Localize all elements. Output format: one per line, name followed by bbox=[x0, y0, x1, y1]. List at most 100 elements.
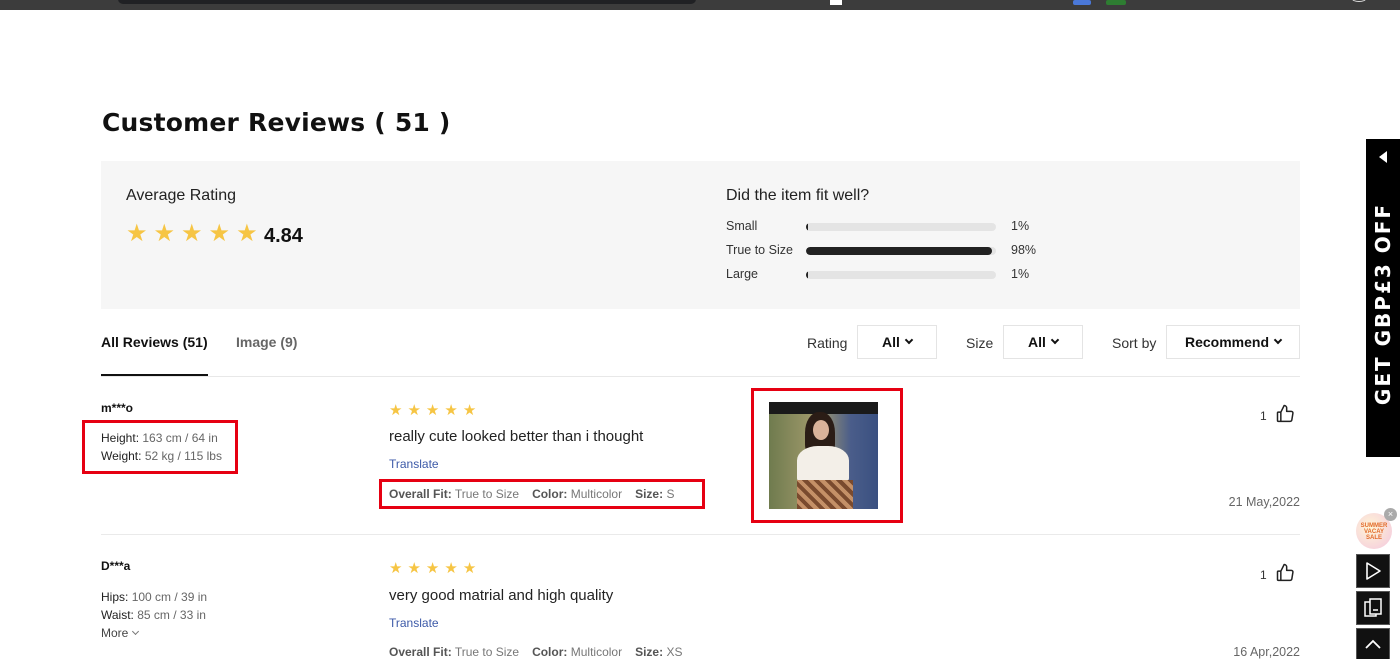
reviewer-name: D***a bbox=[101, 559, 131, 573]
extension-icon[interactable] bbox=[1073, 0, 1091, 5]
color-attr-value: Multicolor bbox=[570, 645, 623, 659]
tab-all-reviews[interactable]: All Reviews (51) bbox=[101, 334, 208, 350]
star-icon: ★ bbox=[407, 402, 421, 419]
coupon-banner-text: GET GBP£3 OFF bbox=[1371, 202, 1395, 406]
more-measurements-toggle[interactable]: More bbox=[101, 626, 140, 640]
back-to-top-button[interactable] bbox=[1356, 628, 1390, 659]
browser-toolbar bbox=[0, 0, 1400, 10]
tab-image-reviews[interactable]: Image (9) bbox=[236, 334, 297, 350]
fit-row-true-to-size: True to Size 98% bbox=[726, 243, 1086, 259]
profile-icon[interactable] bbox=[1352, 0, 1366, 2]
star-icon: ★ bbox=[208, 220, 231, 247]
play-icon bbox=[1366, 562, 1381, 580]
star-icon: ★ bbox=[236, 220, 258, 247]
star-icon: ★ bbox=[407, 560, 421, 577]
rating-filter-value: All bbox=[882, 334, 900, 350]
extension-icon[interactable] bbox=[1106, 0, 1126, 5]
chevron-down-icon bbox=[132, 627, 140, 635]
like-button[interactable]: 1 bbox=[1260, 403, 1295, 423]
fit-bar-fill bbox=[806, 271, 808, 279]
fit-attr-label: Overall Fit: bbox=[389, 645, 452, 659]
collapse-arrow-icon[interactable] bbox=[1379, 151, 1387, 163]
rating-filter-label: Rating bbox=[807, 335, 848, 351]
like-count: 1 bbox=[1260, 568, 1267, 582]
translate-link[interactable]: Translate bbox=[389, 616, 439, 630]
fit-label: Large bbox=[726, 267, 758, 281]
chevron-down-icon bbox=[1273, 335, 1283, 345]
fit-bar bbox=[806, 271, 996, 279]
size-attr-label: Size: bbox=[635, 645, 664, 659]
measurement-label: Waist: bbox=[101, 608, 134, 622]
thumbs-up-icon bbox=[1276, 404, 1294, 423]
star-icon: ★ bbox=[126, 220, 148, 247]
size-filter-dropdown[interactable]: All bbox=[1003, 325, 1083, 359]
review-text: really cute looked better than i thought bbox=[389, 428, 644, 445]
fit-bar bbox=[806, 247, 996, 255]
chevron-down-icon bbox=[1050, 335, 1060, 345]
review-tabs-bar: All Reviews (51) Image (9) Rating All Si… bbox=[101, 325, 1300, 377]
chevron-up-icon bbox=[1365, 639, 1381, 649]
fit-question: Did the item fit well? bbox=[726, 187, 870, 204]
chevron-down-icon bbox=[904, 335, 914, 345]
copy-icon bbox=[1364, 598, 1382, 617]
fit-row-small: Small 1% bbox=[726, 219, 1086, 235]
star-icon: ★ bbox=[389, 560, 403, 577]
rating-filter-dropdown[interactable]: All bbox=[857, 325, 937, 359]
review-text: very good matrial and high quality bbox=[389, 587, 614, 604]
review-date: 16 Apr,2022 bbox=[1233, 645, 1300, 659]
star-icon: ★ bbox=[462, 402, 477, 419]
thumbs-up-icon bbox=[1276, 563, 1294, 582]
measurement-hips: Hips: 100 cm / 39 in bbox=[101, 588, 207, 606]
highlight-box-attributes bbox=[379, 479, 705, 509]
reviewer-name: m***o bbox=[101, 401, 134, 415]
fit-bar bbox=[806, 223, 996, 231]
fit-percent: 1% bbox=[1011, 219, 1030, 233]
fit-bar-fill bbox=[806, 247, 993, 255]
highlight-box-measurements bbox=[82, 420, 238, 474]
extension-icon[interactable] bbox=[830, 0, 842, 5]
measurement-value: 100 cm / 39 in bbox=[131, 590, 208, 604]
fit-percent: 1% bbox=[1011, 267, 1030, 281]
star-icon: ★ bbox=[444, 560, 458, 577]
coupon-side-banner[interactable]: GET GBP£3 OFF bbox=[1366, 139, 1400, 457]
page-title: Customer Reviews ( 51 ) bbox=[102, 108, 451, 137]
measurement-label: Hips: bbox=[101, 590, 129, 604]
average-rating-value: 4.84 bbox=[264, 225, 303, 247]
average-rating-label: Average Rating bbox=[126, 187, 236, 204]
fit-percent: 98% bbox=[1011, 243, 1037, 257]
review-stars: ★ ★ ★ ★ ★ bbox=[389, 561, 476, 576]
address-bar[interactable] bbox=[118, 0, 696, 4]
size-filter-label: Size bbox=[966, 335, 994, 351]
fit-label: True to Size bbox=[726, 243, 793, 257]
size-attr-value: XS bbox=[666, 645, 683, 659]
star-icon: ★ bbox=[153, 220, 176, 247]
measurement-value: 85 cm / 33 in bbox=[137, 608, 206, 622]
color-attr-label: Color: bbox=[532, 645, 568, 659]
star-icon: ★ bbox=[181, 220, 203, 247]
video-button[interactable] bbox=[1356, 554, 1390, 588]
active-tab-indicator bbox=[101, 374, 208, 376]
sort-label: Sort by bbox=[1112, 335, 1157, 351]
close-icon[interactable]: × bbox=[1384, 508, 1397, 521]
star-icon: ★ bbox=[444, 402, 458, 419]
promo-badge-text: SUMMER VACAY SALE bbox=[1360, 523, 1388, 541]
review-item: m***o Height: 163 cm / 64 in Weight: 52 … bbox=[101, 395, 1300, 535]
like-count: 1 bbox=[1260, 409, 1267, 423]
fit-attr-value: True to Size bbox=[454, 645, 520, 659]
compare-button[interactable] bbox=[1356, 591, 1390, 625]
review-divider bbox=[101, 534, 1300, 535]
size-filter-value: All bbox=[1028, 334, 1046, 350]
reviewer-measurements: Hips: 100 cm / 39 in Waist: 85 cm / 33 i… bbox=[101, 588, 207, 624]
sort-dropdown[interactable]: Recommend bbox=[1166, 325, 1300, 359]
sort-value: Recommend bbox=[1184, 334, 1270, 350]
rating-summary: Average Rating ★ ★ ★ ★ ★ 4.84 Did the it… bbox=[101, 161, 1300, 309]
measurement-waist: Waist: 85 cm / 33 in bbox=[101, 606, 207, 624]
like-button[interactable]: 1 bbox=[1260, 562, 1295, 582]
review-item: D***a Hips: 100 cm / 39 in Waist: 85 cm … bbox=[101, 553, 1300, 659]
star-icon: ★ bbox=[425, 402, 440, 419]
translate-link[interactable]: Translate bbox=[389, 457, 439, 471]
review-stars: ★ ★ ★ ★ ★ bbox=[389, 403, 476, 418]
fit-row-large: Large 1% bbox=[726, 267, 1086, 283]
review-date: 21 May,2022 bbox=[1228, 495, 1300, 509]
review-attributes: Overall Fit: True to Size Color: Multicol… bbox=[389, 645, 682, 659]
